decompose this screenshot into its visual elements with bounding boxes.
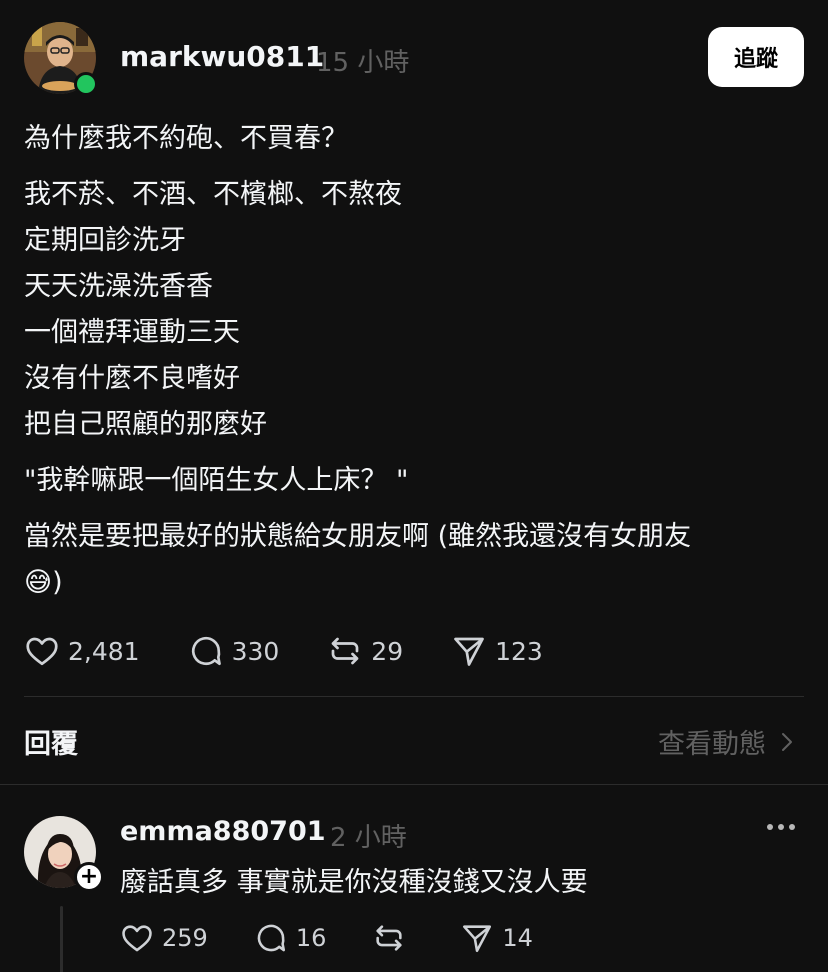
- repost-icon: [376, 925, 402, 951]
- share-icon: [463, 925, 492, 953]
- post-line: 沒有什麼不良嗜好: [24, 363, 240, 394]
- chevron-right-icon: [782, 732, 792, 751]
- comment-repost-button[interactable]: [372, 921, 414, 955]
- divider: [24, 696, 804, 697]
- comment-like-button[interactable]: 259: [120, 921, 208, 955]
- share-count: 123: [495, 636, 543, 666]
- comment-timestamp: 2 小時: [330, 823, 407, 853]
- comment-like-count: 259: [162, 924, 208, 952]
- replies-title: 回覆: [24, 729, 78, 760]
- author-username[interactable]: markwu0811: [120, 40, 324, 73]
- repost-icon: [331, 637, 359, 665]
- comment-share-count: 14: [502, 924, 533, 952]
- post-line: 我不菸、不酒、不檳榔、不熬夜: [24, 179, 402, 210]
- comment-text: 廢話真多 事實就是你沒種沒錢又沒人要: [120, 867, 588, 898]
- comment-share-button[interactable]: 14: [460, 921, 533, 955]
- post-closing-text: 當然是要把最好的狀態給女朋友啊 (雖然我還沒有女朋友: [24, 521, 692, 552]
- post-line: 把自己照顧的那麼好: [24, 409, 267, 440]
- divider: [0, 784, 828, 785]
- repost-count: 29: [371, 636, 404, 666]
- comment-button[interactable]: 330: [188, 633, 280, 669]
- heart-icon: [26, 637, 58, 666]
- comment-icon: [257, 924, 285, 952]
- post-line: 一個禮拜運動三天: [24, 317, 240, 348]
- comment-count: 330: [231, 636, 280, 666]
- post-timestamp: 15 小時: [316, 48, 410, 78]
- post-closing: 當然是要把最好的狀態給女朋友啊 (雖然我還沒有女朋友 😅): [24, 514, 804, 606]
- post-action-bar: 2,481 330 29 123: [24, 628, 591, 674]
- repost-button[interactable]: 29: [327, 633, 403, 669]
- like-button[interactable]: 2,481: [24, 633, 140, 669]
- comment-action-bar: 259 16 14: [120, 918, 579, 958]
- more-icon[interactable]: [766, 822, 796, 832]
- online-status-indicator: [74, 72, 98, 96]
- commenter-username[interactable]: emma880701: [120, 816, 326, 847]
- follow-button[interactable]: 追蹤: [708, 27, 804, 87]
- comment-reply-count: 16: [295, 924, 327, 952]
- post-title: 為什麼我不約砲、不買春？: [24, 123, 348, 154]
- view-activity-label: 查看動態: [658, 729, 766, 760]
- comment-icon: [191, 636, 221, 666]
- post-quote: "我幹嘛跟一個陌生女人上床？ ": [24, 465, 409, 496]
- sweat-smile-emoji: 😅: [24, 567, 53, 598]
- post-line: 定期回診洗牙: [24, 225, 186, 256]
- post-header: markwu0811 15 小時 追蹤: [24, 22, 804, 96]
- heart-icon: [122, 925, 152, 952]
- post-lines: 我不菸、不酒、不檳榔、不熬夜 定期回診洗牙 天天洗澡洗香香 一個禮拜運動三天 沒…: [24, 172, 804, 448]
- replies-header: 回覆 查看動態: [24, 718, 804, 762]
- share-icon: [454, 637, 484, 666]
- post-closing-tail: ): [52, 567, 63, 598]
- post-body: 為什麼我不約砲、不買春？ 我不菸、不酒、不檳榔、不熬夜 定期回診洗牙 天天洗澡洗…: [24, 116, 804, 616]
- plus-icon: +: [79, 864, 99, 889]
- follow-plus-button[interactable]: +: [74, 862, 104, 892]
- comment-reply-button[interactable]: 16: [254, 921, 327, 955]
- post-line: 天天洗澡洗香香: [24, 271, 213, 302]
- share-button[interactable]: 123: [451, 633, 543, 669]
- view-activity-link[interactable]: 查看動態: [658, 722, 794, 761]
- thread-line: [60, 906, 63, 972]
- like-count: 2,481: [68, 636, 140, 666]
